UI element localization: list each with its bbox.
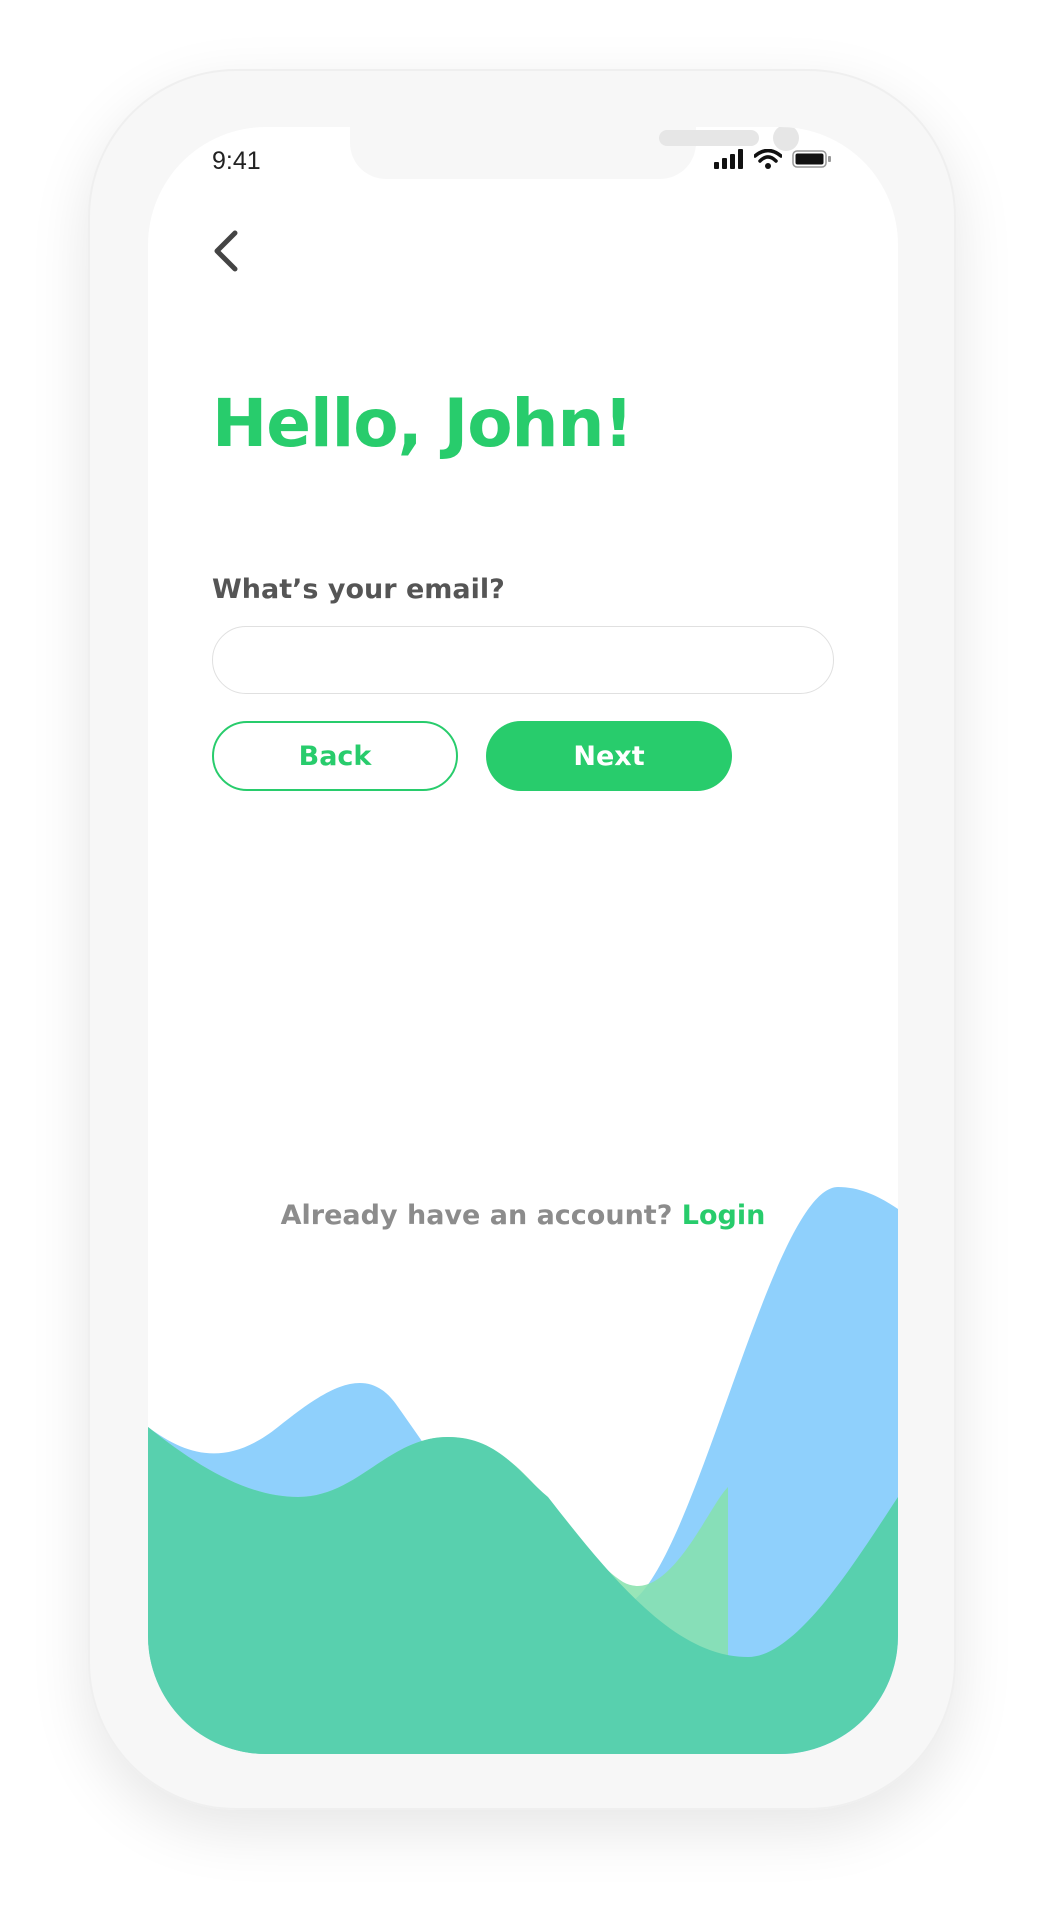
- device-notch: [350, 127, 799, 179]
- status-icons: [714, 149, 832, 169]
- app-screen: 9:41 Hello, John! What’s your email? Bac…: [148, 127, 898, 1754]
- login-prompt-text: Already have an account?: [280, 1200, 682, 1231]
- battery-icon: [792, 150, 831, 168]
- front-camera: [773, 127, 799, 151]
- next-button[interactable]: Next: [486, 721, 732, 791]
- login-link[interactable]: Login: [682, 1200, 766, 1231]
- back-button[interactable]: Back: [212, 721, 458, 791]
- wifi-icon: [754, 149, 782, 169]
- chevron-left-icon[interactable]: [202, 223, 258, 279]
- email-input[interactable]: [212, 626, 834, 694]
- page-title: Hello, John!: [212, 385, 634, 462]
- login-prompt-row: Already have an account? Login: [148, 1200, 898, 1231]
- status-time: 9:41: [212, 147, 261, 175]
- signal-icon: [714, 149, 743, 169]
- email-label: What’s your email?: [212, 574, 505, 605]
- speaker-grille: [659, 130, 759, 146]
